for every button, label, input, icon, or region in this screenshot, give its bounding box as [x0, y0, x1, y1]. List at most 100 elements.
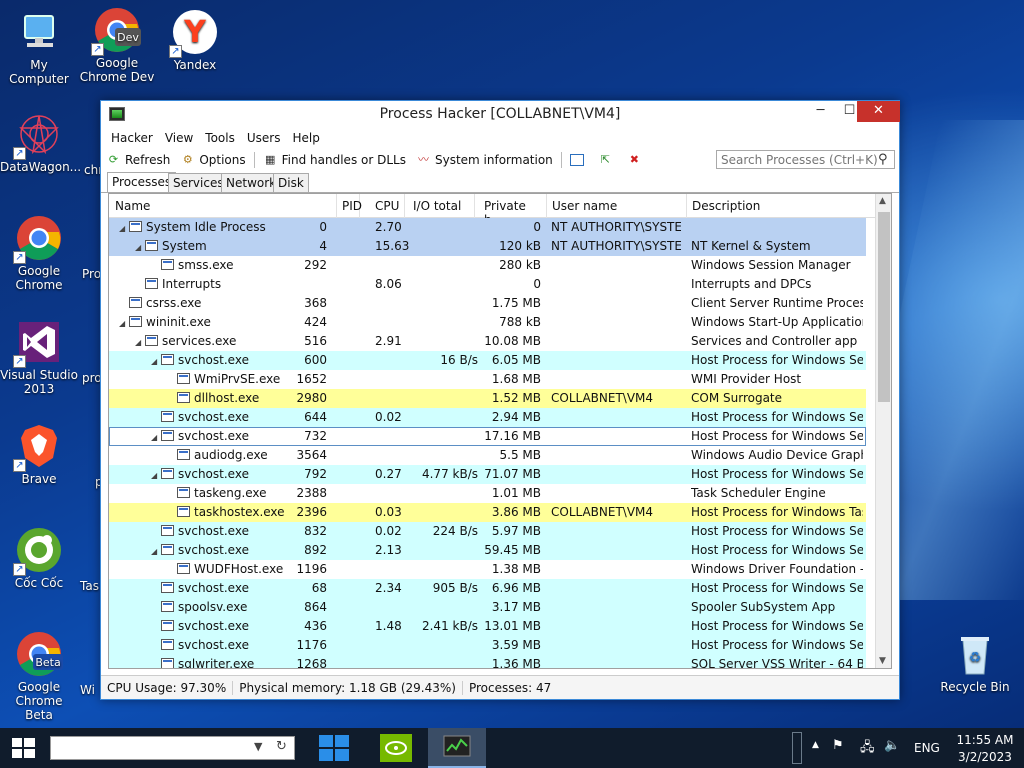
- expand-toggle-icon[interactable]: ◢: [151, 547, 161, 556]
- process-row[interactable]: audiodg.exe 3564 5.5 MB Windows Audio Devic…: [109, 446, 866, 465]
- search-icon[interactable]: ⚲: [878, 152, 888, 167]
- show-hidden-icons-icon[interactable]: ▲: [812, 740, 819, 750]
- menu-help[interactable]: Help: [286, 129, 325, 149]
- tab-services[interactable]: Services: [168, 173, 229, 192]
- process-row[interactable]: svchost.exe 832 0.02 224 B/s 5.97 MB Host Pro…: [109, 522, 866, 541]
- menu-users[interactable]: Users: [241, 129, 287, 149]
- process-row[interactable]: Interrupts 8.06 0 Interrupts and DPCs: [109, 275, 866, 294]
- desktop-icon-my-computer[interactable]: My Computer: [0, 8, 78, 86]
- language-indicator[interactable]: ENG: [914, 741, 940, 755]
- expand-toggle-icon[interactable]: ◢: [151, 433, 161, 442]
- column-io-total[interactable]: I/O total ...: [405, 194, 475, 227]
- expand-toggle-icon[interactable]: ◢: [135, 243, 145, 252]
- column-description[interactable]: Description: [687, 194, 875, 218]
- process-name: WmiPrvSE.exe: [194, 372, 281, 386]
- system-information-label: System information: [434, 153, 553, 167]
- start-button[interactable]: [0, 728, 48, 768]
- refresh-icon[interactable]: ↻: [276, 739, 287, 754]
- find-handles-button[interactable]: ▦ Find handles or DLLs: [258, 150, 411, 170]
- title-bar[interactable]: Process Hacker [COLLABNET\VM4] ─ ☐ ✕: [101, 101, 900, 129]
- process-row[interactable]: WmiPrvSE.exe 1652 1.68 MB WMI Provider Host: [109, 370, 866, 389]
- desktop-icon-partial-label[interactable]: Pro: [82, 267, 101, 281]
- process-row[interactable]: taskhostex.exe 2396 0.03 3.86 MB COLLABNET\V…: [109, 503, 866, 522]
- expand-toggle-icon[interactable]: ◢: [119, 224, 129, 233]
- volume-icon[interactable]: 🔈: [884, 738, 900, 753]
- search-processes-input[interactable]: [716, 150, 895, 169]
- desktop-icon-chrome-dev[interactable]: Dev ↗ Google Chrome Dev: [78, 6, 156, 84]
- column-cpu[interactable]: CPU: [365, 194, 405, 218]
- dropdown-arrow-icon[interactable]: ▼: [254, 740, 262, 753]
- process-row[interactable]: ◢ svchost.exe 600 16 B/s 6.05 MB Host Process…: [109, 351, 866, 370]
- menu-view[interactable]: View: [159, 129, 199, 149]
- desktop-icon-yandex[interactable]: Y ↗ Yandex: [156, 8, 234, 72]
- process-row[interactable]: ◢ System 4 15.63 120 kB NT AUTHORITY\SYSTEM NT…: [109, 237, 866, 256]
- taskbar-app-nvidia[interactable]: [368, 728, 424, 768]
- process-row[interactable]: WUDFHost.exe 1196 1.38 MB Windows Driver Fo…: [109, 560, 866, 579]
- taskbar-address-box[interactable]: ▼ ↻: [50, 736, 295, 760]
- scrollbar-thumb[interactable]: [878, 212, 890, 402]
- expand-toggle-icon[interactable]: ◢: [135, 338, 145, 347]
- clock-time[interactable]: 11:55 AM: [955, 733, 1015, 747]
- process-row[interactable]: ◢ services.exe 516 2.91 10.08 MB Services and…: [109, 332, 866, 351]
- vertical-scrollbar[interactable]: ▲ ▼: [875, 194, 891, 668]
- process-private-bytes: 3.86 MB: [491, 505, 541, 519]
- process-row[interactable]: csrss.exe 368 1.75 MB Client Server Runtime…: [109, 294, 866, 313]
- desktop-icon-partial-label[interactable]: Tas: [80, 579, 99, 593]
- process-private-bytes: 71.07 MB: [484, 467, 541, 481]
- scroll-down-arrow-icon[interactable]: ▼: [879, 656, 886, 666]
- process-row[interactable]: ◢ System Idle Process 0 2.70 0 NT AUTHORITY\S…: [109, 218, 866, 237]
- clock-date[interactable]: 3/2/2023: [955, 750, 1015, 764]
- options-button[interactable]: ⚙ Options: [175, 150, 250, 170]
- system-information-button[interactable]: 〰 System information: [411, 150, 558, 170]
- column-private-bytes[interactable]: Private b...: [475, 194, 547, 227]
- desktop-icon-chrome-beta[interactable]: Beta Google Chrome Beta: [0, 630, 78, 722]
- desktop-icon-coc-coc[interactable]: ↗ Cốc Cốc: [0, 526, 78, 590]
- find-window-button[interactable]: ⇱: [593, 150, 622, 170]
- process-row[interactable]: ◢ wininit.exe 424 788 kB Windows Start-Up Ap…: [109, 313, 866, 332]
- desktop-icon-partial-label[interactable]: pro: [82, 371, 102, 385]
- desktop-icon-label: Google Chrome Beta: [15, 680, 63, 722]
- process-row[interactable]: svchost.exe 1176 3.59 MB Host Process for W…: [109, 636, 866, 655]
- process-io-total: 905 B/s: [432, 581, 478, 595]
- desktop-icon-google-chrome[interactable]: ↗ Google Chrome: [0, 214, 78, 292]
- close-button[interactable]: ✕: [857, 101, 900, 122]
- flag-icon[interactable]: ⚑: [832, 738, 844, 753]
- desktop-icon-brave[interactable]: ↗ Brave: [0, 422, 78, 486]
- process-row[interactable]: ◢ svchost.exe 892 2.13 59.45 MB Host Process …: [109, 541, 866, 560]
- desktop-icon-visual-studio[interactable]: ↗ Visual Studio 2013: [0, 318, 78, 396]
- minimize-button[interactable]: ─: [806, 101, 835, 122]
- process-row[interactable]: sqlwriter.exe 1268 1.36 MB SQL Server VSS W…: [109, 655, 866, 668]
- refresh-button[interactable]: ⟳ Refresh: [101, 150, 175, 170]
- column-user-name[interactable]: User name: [547, 194, 687, 218]
- process-row[interactable]: svchost.exe 68 2.34 905 B/s 6.96 MB Host Proc…: [109, 579, 866, 598]
- process-row[interactable]: ◢ svchost.exe 732 17.16 MB Host Process for …: [109, 427, 866, 446]
- terminate-button[interactable]: ✖: [622, 150, 651, 170]
- process-description: Host Process for Windows Ser...: [691, 581, 863, 595]
- desktop-icon-label: My Computer: [9, 58, 69, 86]
- process-row[interactable]: taskeng.exe 2388 1.01 MB Task Scheduler Eng…: [109, 484, 866, 503]
- desktop-icon-datawagon[interactable]: ↗ DataWagon...: [0, 110, 81, 174]
- network-icon[interactable]: 🖧: [860, 738, 875, 760]
- expand-toggle-icon[interactable]: ◢: [151, 357, 161, 366]
- column-name[interactable]: Name: [109, 194, 337, 218]
- scroll-up-arrow-icon[interactable]: ▲: [879, 196, 886, 206]
- taskbar-app-process-hacker[interactable]: [428, 728, 486, 768]
- menu-tools[interactable]: Tools: [199, 129, 241, 149]
- tab-disk[interactable]: Disk: [273, 173, 309, 192]
- menu-hacker[interactable]: Hacker: [105, 129, 159, 149]
- process-private-bytes: 17.16 MB: [484, 429, 541, 443]
- process-row[interactable]: svchost.exe 436 1.48 2.41 kB/s 13.01 MB Host …: [109, 617, 866, 636]
- process-row[interactable]: ◢ svchost.exe 792 0.27 4.77 kB/s 71.07 MB Host…: [109, 465, 866, 484]
- tab-processes[interactable]: Processes: [107, 172, 177, 192]
- column-pid[interactable]: PID: [337, 194, 365, 218]
- process-row[interactable]: dllhost.exe 2980 1.52 MB COLLABNET\VM4 COM S…: [109, 389, 866, 408]
- window-button[interactable]: [565, 150, 593, 170]
- taskbar-app-windows[interactable]: [306, 728, 362, 768]
- desktop-icon-partial-label[interactable]: Wi: [80, 683, 95, 697]
- desktop-icon-recycle-bin[interactable]: ♻ Recycle Bin: [936, 630, 1014, 694]
- process-row[interactable]: smss.exe 292 280 kB Windows Session Manager: [109, 256, 866, 275]
- process-row[interactable]: svchost.exe 644 0.02 2.94 MB Host Process fo…: [109, 408, 866, 427]
- expand-toggle-icon[interactable]: ◢: [151, 471, 161, 480]
- process-row[interactable]: spoolsv.exe 864 3.17 MB Spooler SubSystem A…: [109, 598, 866, 617]
- expand-toggle-icon[interactable]: ◢: [119, 319, 129, 328]
